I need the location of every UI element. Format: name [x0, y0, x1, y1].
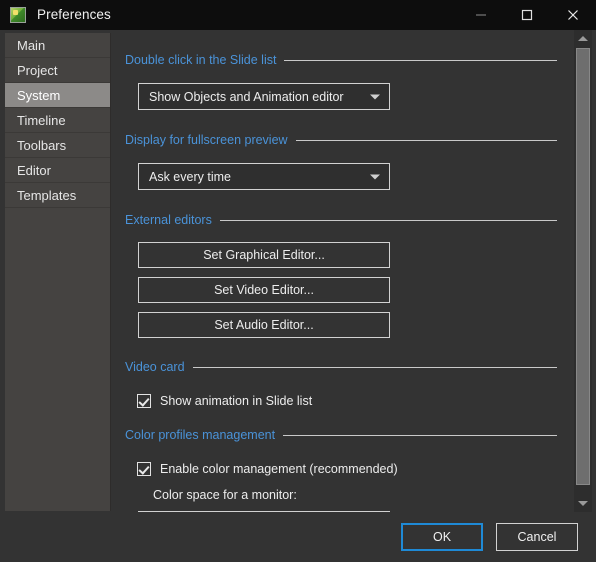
maximize-button[interactable]: [504, 0, 550, 30]
section-title: Display for fullscreen preview: [125, 133, 288, 147]
sidebar-item-main[interactable]: Main: [5, 33, 110, 58]
scroll-up-arrow-icon: [578, 36, 588, 41]
close-button[interactable]: [550, 0, 596, 30]
combo-value: Ask every time: [149, 169, 231, 184]
section-rule: [192, 366, 557, 368]
section-header-external-editors: External editors: [112, 212, 571, 228]
sidebar-item-timeline[interactable]: Timeline: [5, 108, 110, 133]
settings-scrollbar[interactable]: [574, 30, 592, 512]
chevron-down-icon: [370, 94, 380, 99]
section-header-double-click: Double click in the Slide list: [112, 52, 571, 68]
enable-color-management-checkbox[interactable]: [137, 462, 151, 476]
scrollbar-thumb[interactable]: [576, 48, 590, 485]
dialog-footer: OK Cancel: [0, 512, 596, 562]
section-title: Double click in the Slide list: [125, 53, 277, 67]
show-animation-checkbox-row[interactable]: Show animation in Slide list: [137, 392, 571, 410]
close-icon: [567, 9, 579, 21]
combo-value: Show Objects and Animation editor: [149, 89, 344, 104]
sidebar-item-project[interactable]: Project: [5, 58, 110, 83]
color-space-label: Color space for a monitor:: [153, 488, 297, 502]
show-animation-label: Show animation in Slide list: [160, 394, 313, 408]
section-rule: [295, 139, 557, 141]
section-title: External editors: [125, 213, 212, 227]
set-graphical-editor-button[interactable]: Set Graphical Editor...: [138, 242, 390, 268]
minimize-button[interactable]: [458, 0, 504, 30]
double-click-action-combo[interactable]: Show Objects and Animation editor: [138, 83, 390, 110]
set-video-editor-button[interactable]: Set Video Editor...: [138, 277, 390, 303]
show-animation-checkbox[interactable]: [137, 394, 151, 408]
title-bar: Preferences: [0, 0, 596, 30]
set-audio-editor-button[interactable]: Set Audio Editor...: [138, 312, 390, 338]
section-rule: [219, 219, 557, 221]
app-icon: [10, 7, 26, 23]
preferences-window: Preferences Main Project System Timeline…: [0, 0, 596, 562]
scroll-up-button[interactable]: [574, 30, 592, 47]
preferences-sidebar: Main Project System Timeline Toolbars Ed…: [5, 33, 111, 511]
sidebar-item-toolbars[interactable]: Toolbars: [5, 133, 110, 158]
settings-panel: Double click in the Slide list Show Obje…: [112, 30, 571, 512]
cancel-button[interactable]: Cancel: [496, 523, 578, 551]
ok-button[interactable]: OK: [401, 523, 483, 551]
enable-color-management-checkbox-row[interactable]: Enable color management (recommended): [137, 460, 571, 478]
enable-color-management-label: Enable color management (recommended): [160, 462, 398, 476]
sidebar-item-templates[interactable]: Templates: [5, 183, 110, 208]
settings-content: Double click in the Slide list Show Obje…: [112, 52, 571, 512]
minimize-icon: [475, 9, 487, 21]
window-controls: [458, 0, 596, 30]
fullscreen-display-combo[interactable]: Ask every time: [138, 163, 390, 190]
section-title: Color profiles management: [125, 428, 276, 442]
section-rule: [283, 434, 557, 436]
section-header-video-card: Video card: [112, 359, 571, 375]
scroll-down-arrow-icon: [578, 501, 588, 506]
section-header-fullscreen-preview: Display for fullscreen preview: [112, 132, 571, 148]
section-rule: [284, 59, 557, 61]
scroll-down-button[interactable]: [574, 495, 592, 512]
section-header-color-profiles: Color profiles management: [112, 427, 571, 443]
section-title: Video card: [125, 360, 185, 374]
sidebar-item-system[interactable]: System: [5, 83, 110, 108]
maximize-icon: [521, 9, 533, 21]
sidebar-item-editor[interactable]: Editor: [5, 158, 110, 183]
window-title: Preferences: [37, 7, 111, 22]
chevron-down-icon: [370, 174, 380, 179]
